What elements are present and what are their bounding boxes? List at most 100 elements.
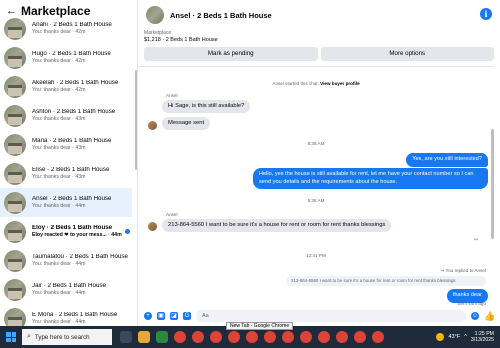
- conversation-preview: You: thanks dear · 43m: [32, 174, 86, 180]
- timestamp: 8:38 AM: [307, 141, 325, 146]
- conversation-item[interactable]: Jair · 2 Beds 1 Bath House You: thanks de…: [0, 275, 132, 304]
- weather-icon[interactable]: [436, 333, 445, 341]
- chrome-icon[interactable]: [354, 331, 366, 343]
- conversation-name: Hugo · 2 Beds 1 Bath House: [32, 50, 111, 57]
- conversation-name: Elise · 2 Beds 1 Bath House: [32, 166, 110, 173]
- conversation-item[interactable]: Elise · 2 Beds 1 Bath House You: thanks d…: [0, 159, 132, 188]
- view-buyer-profile-link[interactable]: View buyer profile: [320, 81, 359, 86]
- chrome-icon[interactable]: [174, 331, 186, 343]
- gif-icon[interactable]: G: [183, 312, 191, 320]
- conversation-title[interactable]: Ansel · 2 Beds 1 Bath House: [170, 11, 272, 20]
- conversation-item[interactable]: Eloy · 2 Beds 1 Bath House Eloy reacted ❤…: [0, 217, 132, 246]
- conversation-item-active[interactable]: Ansel · 2 Beds 1 Bath House You: thanks d…: [0, 188, 132, 217]
- reply-label: ↪ You replied to Ansel: [440, 268, 486, 274]
- listing-thumbnail: [4, 220, 26, 243]
- conversation-preview: You: thanks dear · 44m: [32, 319, 86, 325]
- conversation-preview: You: thanks dear · 44m: [32, 261, 86, 267]
- chrome-icon[interactable]: [246, 331, 258, 343]
- incoming-message: Message sent: [162, 117, 211, 131]
- clock-date: 3/13/2025: [470, 337, 494, 343]
- message-input[interactable]: Aa: [196, 310, 466, 322]
- system-tray: 43°F ^ 1:25 PM 3/13/2025: [436, 331, 500, 343]
- emoji-icon[interactable]: ☺: [471, 312, 479, 320]
- chrome-icon[interactable]: [264, 331, 276, 343]
- replied-text: You replied to Ansel: [445, 268, 486, 273]
- listing-thumbnail: [4, 307, 26, 326]
- listing-thumbnail: [4, 278, 26, 301]
- react-icon[interactable]: ↩: [474, 237, 478, 243]
- reply-arrow-icon: ↪: [440, 268, 445, 273]
- edge-icon[interactable]: [156, 331, 168, 343]
- conversation-item[interactable]: Maria · 2 Beds 1 Bath House You: thanks d…: [0, 130, 132, 159]
- conversation-name: Taumalatou · 2 Beds 1 Bath House: [32, 253, 128, 260]
- conversation-preview: You: thanks dear · 44m: [32, 203, 86, 209]
- conversation-name: Eloy · 2 Beds 1 Bath House: [32, 224, 113, 231]
- sender-avatar[interactable]: [148, 121, 157, 130]
- listing-thumbnail[interactable]: [146, 6, 164, 24]
- conversation-name: Ashton · 2 Beds 1 Bath House: [32, 108, 116, 115]
- chrome-icon[interactable]: [282, 331, 294, 343]
- conversation-preview: You: thanks dear · 43m: [32, 145, 86, 151]
- taskbar-apps: [120, 331, 384, 343]
- incoming-message: 213-864-5560 I want to be sure it's a ho…: [162, 219, 392, 233]
- sticker-icon[interactable]: ◪: [170, 312, 178, 320]
- tray-chevron-icon[interactable]: ^: [464, 334, 467, 340]
- started-text: Ansel started this chat.: [272, 81, 319, 86]
- conversation-preview: You: thanks dear · 42m: [32, 87, 86, 93]
- chrome-icon[interactable]: [210, 331, 222, 343]
- conversation-item[interactable]: Ākeelah · 2 Beds 1 Bath House You: thanks…: [0, 72, 132, 101]
- incoming-message: Hi Sage, is this still available?: [162, 100, 251, 114]
- chrome-icon[interactable]: [336, 331, 348, 343]
- temperature: 43°F: [448, 334, 461, 340]
- conversation-preview: You: thanks dear · 44m: [32, 290, 86, 296]
- sender-avatar[interactable]: [148, 222, 157, 231]
- conversation-name: Ansel · 2 Beds 1 Bath House: [32, 195, 112, 202]
- listing-thumbnail: [4, 133, 26, 156]
- taskbar-search[interactable]: ⌕ Type here to search: [22, 329, 112, 345]
- conversation-preview: Eloy reacted ❤ to your mess... · 44m: [32, 232, 122, 238]
- conversation-preview: You: thanks dear · 43m: [32, 116, 86, 122]
- message-composer: + ▣ ◪ G Aa ☺ 👍: [138, 306, 500, 326]
- listing-thumbnail: [4, 104, 26, 127]
- task-view-icon[interactable]: [120, 331, 132, 343]
- info-icon[interactable]: i: [480, 8, 492, 20]
- unread-dot-icon: [125, 229, 130, 234]
- search-placeholder: Type here to search: [34, 333, 90, 341]
- conversation-item[interactable]: Hugo · 2 Beds 1 Bath House You: thanks de…: [0, 43, 132, 72]
- chrome-icon[interactable]: [372, 331, 384, 343]
- like-icon[interactable]: 👍: [484, 311, 495, 321]
- conversation-name: Jair · 2 Beds 1 Bath House: [32, 282, 106, 289]
- chat-started-notice: Ansel started this chat. View buyer prof…: [138, 81, 494, 86]
- messenger-app: ← Marketplace Anahi · 2 Beds 1 Bath Hous…: [0, 0, 500, 330]
- outgoing-message: Yes, are you still interested?: [406, 153, 488, 167]
- listing-price[interactable]: $1,218 · 2 Beds 1 Bath House: [144, 37, 494, 43]
- conversation-item[interactable]: Ashton · 2 Beds 1 Bath House You: thanks …: [0, 101, 132, 130]
- timestamp: 5:38 AM: [307, 198, 325, 203]
- conversation-item[interactable]: Taumalatou · 2 Beds 1 Bath House You: tha…: [0, 246, 132, 275]
- conversation-name: E Mona · 2 Beds 1 Bath House: [32, 311, 118, 318]
- conversation-name: Ākeelah · 2 Beds 1 Bath House: [32, 79, 119, 86]
- mark-pending-button[interactable]: Mark as pending: [144, 47, 318, 61]
- chrome-icon[interactable]: [300, 331, 312, 343]
- more-options-button[interactable]: More options: [320, 47, 494, 61]
- file-explorer-icon[interactable]: [138, 331, 150, 343]
- plus-icon[interactable]: +: [144, 312, 152, 320]
- conversation-preview: You: thanks dear · 42m: [32, 29, 86, 35]
- conversation-item[interactable]: Anahi · 2 Beds 1 Bath House You: thanks d…: [0, 14, 132, 43]
- conversation-panel: Ansel · 2 Beds 1 Bath House i Marketplac…: [138, 0, 500, 326]
- start-button[interactable]: [0, 326, 22, 348]
- image-icon[interactable]: ▣: [157, 312, 165, 320]
- clock[interactable]: 1:25 PM 3/13/2025: [471, 331, 494, 343]
- search-icon: ⌕: [27, 333, 31, 340]
- listing-actions: Mark as pending More options: [144, 47, 494, 61]
- conversation-list: Anahi · 2 Beds 1 Bath House You: thanks d…: [0, 14, 132, 326]
- chat-scrollbar[interactable]: [491, 129, 494, 239]
- quoted-message: 213-864-5560 I want to be sure it's a ho…: [286, 276, 486, 286]
- chrome-icon[interactable]: [228, 331, 240, 343]
- listing-thumbnail: [4, 249, 26, 272]
- chrome-icon[interactable]: [192, 331, 204, 343]
- message-thread: Ansel started this chat. View buyer prof…: [138, 66, 494, 306]
- conversation-item[interactable]: E Mona · 2 Beds 1 Bath House You: thanks …: [0, 304, 132, 326]
- chrome-icon[interactable]: [318, 331, 330, 343]
- conversation-preview: You: thanks dear · 42m: [32, 58, 86, 64]
